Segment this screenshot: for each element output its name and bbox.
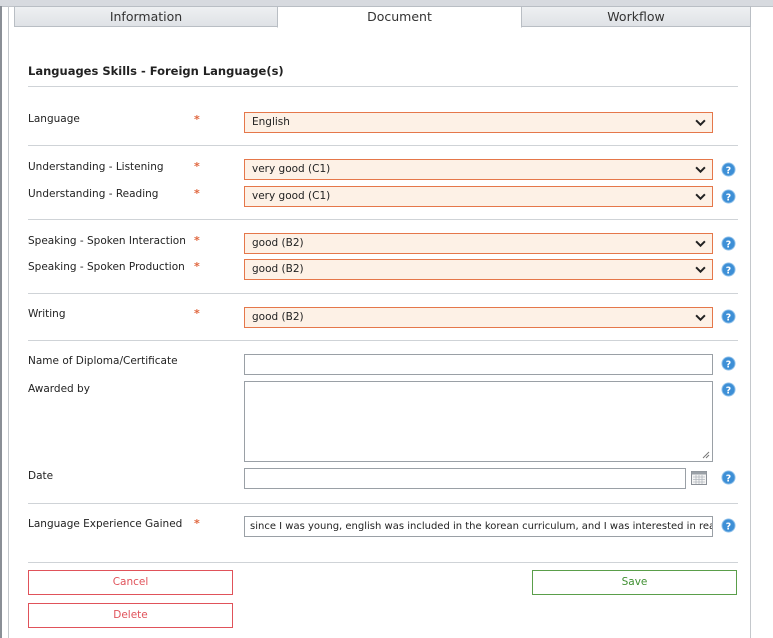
help-icon[interactable]: ? bbox=[721, 382, 736, 397]
help-icon[interactable]: ? bbox=[721, 356, 736, 371]
writing-select[interactable]: good (B2) bbox=[244, 307, 713, 328]
date-label: Date bbox=[28, 470, 54, 482]
required-marker: * bbox=[194, 187, 200, 200]
panel-left-border bbox=[8, 6, 9, 638]
svg-text:?: ? bbox=[726, 192, 731, 203]
svg-text:?: ? bbox=[726, 521, 731, 532]
help-icon[interactable]: ? bbox=[721, 262, 736, 277]
svg-text:?: ? bbox=[726, 265, 731, 276]
delete-button[interactable]: Delete bbox=[28, 603, 233, 628]
spoken-interaction-select[interactable]: good (B2) bbox=[244, 233, 713, 254]
chevron-down-icon bbox=[695, 166, 706, 174]
date-input[interactable] bbox=[244, 468, 686, 489]
required-marker: * bbox=[194, 160, 200, 173]
spoken-production-label: Speaking - Spoken Production bbox=[28, 261, 185, 273]
language-select-value: English bbox=[252, 116, 290, 128]
diploma-input[interactable] bbox=[244, 354, 713, 375]
writing-label: Writing bbox=[28, 308, 66, 320]
required-marker: * bbox=[194, 517, 200, 530]
svg-text:?: ? bbox=[726, 239, 731, 250]
calendar-icon[interactable] bbox=[690, 469, 708, 487]
svg-text:?: ? bbox=[726, 385, 731, 396]
help-icon[interactable]: ? bbox=[721, 162, 736, 177]
help-icon[interactable]: ? bbox=[721, 236, 736, 251]
tab-workflow[interactable]: Workflow bbox=[521, 6, 751, 27]
spoken-interaction-label: Speaking - Spoken Interaction bbox=[28, 235, 186, 247]
help-icon[interactable]: ? bbox=[721, 189, 736, 204]
cancel-button[interactable]: Cancel bbox=[28, 570, 233, 595]
svg-text:?: ? bbox=[726, 165, 731, 176]
reading-label: Understanding - Reading bbox=[28, 188, 159, 200]
left-edge-bar bbox=[0, 6, 2, 638]
writing-select-value: good (B2) bbox=[252, 311, 304, 323]
tab-document[interactable]: Document bbox=[277, 6, 522, 28]
listening-select[interactable]: very good (C1) bbox=[244, 159, 713, 180]
spoken-interaction-select-value: good (B2) bbox=[252, 237, 304, 249]
chevron-down-icon bbox=[695, 314, 706, 322]
required-marker: * bbox=[194, 113, 200, 126]
resize-grip-icon[interactable] bbox=[702, 451, 710, 459]
awarded-by-textarea[interactable] bbox=[244, 381, 713, 462]
divider bbox=[28, 340, 738, 341]
chevron-down-icon bbox=[695, 240, 706, 248]
language-label: Language bbox=[28, 113, 80, 125]
chevron-down-icon bbox=[695, 119, 706, 127]
save-button[interactable]: Save bbox=[532, 570, 737, 595]
experience-input[interactable]: since I was young, english was included … bbox=[244, 516, 713, 537]
spoken-production-select-value: good (B2) bbox=[252, 263, 304, 275]
awarded-by-label: Awarded by bbox=[28, 383, 90, 395]
svg-text:?: ? bbox=[726, 312, 731, 323]
svg-text:?: ? bbox=[726, 359, 731, 370]
chevron-down-icon bbox=[695, 266, 706, 274]
required-marker: * bbox=[194, 307, 200, 320]
tab-information[interactable]: Information bbox=[14, 6, 278, 27]
chevron-down-icon bbox=[695, 193, 706, 201]
help-icon[interactable]: ? bbox=[721, 470, 736, 485]
divider bbox=[28, 293, 738, 294]
experience-label: Language Experience Gained bbox=[28, 518, 183, 530]
listening-label: Understanding - Listening bbox=[28, 161, 164, 173]
divider bbox=[28, 145, 738, 146]
listening-select-value: very good (C1) bbox=[252, 163, 331, 175]
divider bbox=[28, 562, 738, 563]
divider bbox=[28, 219, 738, 220]
reading-select-value: very good (C1) bbox=[252, 190, 331, 202]
diploma-label: Name of Diploma/Certificate bbox=[28, 355, 178, 367]
panel-right-border bbox=[750, 26, 751, 638]
help-icon[interactable]: ? bbox=[721, 518, 736, 533]
required-marker: * bbox=[194, 260, 200, 273]
svg-text:?: ? bbox=[726, 473, 731, 484]
required-marker: * bbox=[194, 234, 200, 247]
divider bbox=[28, 86, 738, 87]
help-icon[interactable]: ? bbox=[721, 309, 736, 324]
spoken-production-select[interactable]: good (B2) bbox=[244, 259, 713, 280]
divider bbox=[28, 503, 738, 504]
section-title: Languages Skills - Foreign Language(s) bbox=[28, 64, 284, 78]
language-select[interactable]: English bbox=[244, 112, 713, 133]
reading-select[interactable]: very good (C1) bbox=[244, 186, 713, 207]
